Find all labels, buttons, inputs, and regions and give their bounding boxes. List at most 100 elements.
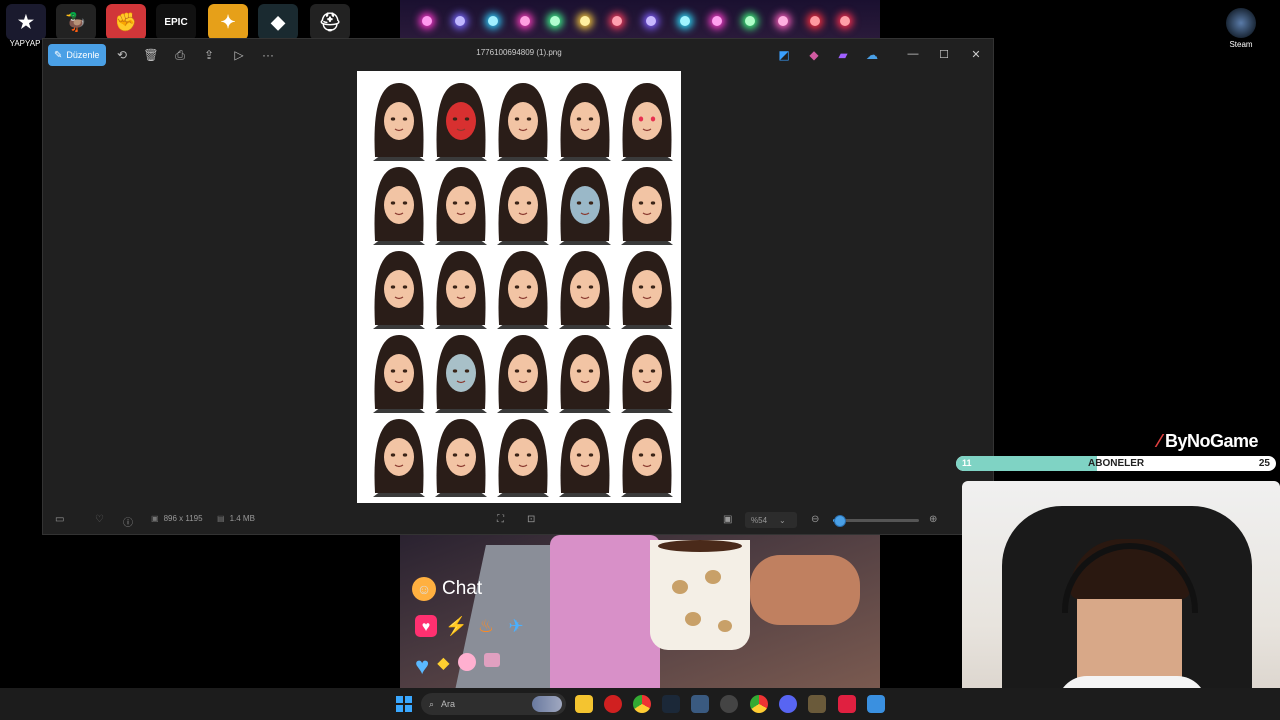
viewer-statusbar: ▭ ♡ ⓘ ▣ 896 x 1195 ▤ 1.4 MB ⛶ ⊡ ▣ %54 ⌄ … bbox=[43, 509, 993, 531]
hand-illustration bbox=[750, 555, 860, 625]
zoom-value: %54 bbox=[751, 515, 768, 525]
light-bulb bbox=[646, 16, 656, 26]
steam-taskbar-icon[interactable] bbox=[662, 695, 680, 713]
fit-window-button[interactable]: ⛶ bbox=[497, 514, 504, 525]
desktop-icon-riot[interactable]: ✊ bbox=[106, 4, 146, 40]
light-bulb bbox=[778, 16, 788, 26]
light-bulb bbox=[580, 16, 590, 26]
photos-taskbar-icon[interactable] bbox=[867, 695, 885, 713]
smile-emoji-icon: ☺ bbox=[412, 577, 436, 601]
designer-button[interactable]: ◩ bbox=[773, 45, 795, 65]
favorite-button[interactable]: ♡ bbox=[95, 514, 104, 525]
dimensions-icon: ▣ bbox=[151, 514, 159, 523]
light-bulb bbox=[455, 16, 465, 26]
maximize-button[interactable]: ☐ bbox=[931, 45, 957, 63]
app-taskbar-icon[interactable] bbox=[838, 695, 856, 713]
desktop-icon-yapyap[interactable]: ★ bbox=[6, 4, 46, 40]
chat-emoji-row-2: ♥ ◆ bbox=[415, 653, 500, 681]
camera-icon: ▣ bbox=[723, 514, 733, 525]
file-explorer-taskbar-icon[interactable] bbox=[575, 695, 593, 713]
minimize-icon: — bbox=[907, 48, 919, 60]
close-button[interactable]: ✕ bbox=[963, 45, 989, 63]
lightning-emoji-icon: ⚡ bbox=[445, 616, 468, 636]
emote-sticker bbox=[435, 167, 487, 245]
subscriber-label: ABONELER bbox=[1088, 458, 1145, 469]
emote-sticker bbox=[373, 167, 425, 245]
emote-sticker bbox=[559, 251, 611, 329]
subscriber-goal-fill bbox=[956, 456, 1097, 471]
diamond-emoji-icon: ◆ bbox=[437, 655, 450, 672]
screenshot-button[interactable]: ▣ bbox=[723, 514, 732, 525]
bird-emoji-icon: ✈ bbox=[508, 616, 524, 636]
small-sticker-icon bbox=[483, 653, 500, 667]
search-placeholder: Ara bbox=[441, 699, 456, 709]
epic-icon: EPIC bbox=[164, 16, 188, 28]
zoom-select[interactable]: %54 ⌄ bbox=[745, 512, 797, 528]
viewer-titlebar: ✎ Düzenle ⟲ 🗑 ⎙ ⇪ ▷ ··· 1776100694809 (1… bbox=[43, 39, 993, 71]
zoom-slider-thumb[interactable] bbox=[834, 515, 847, 527]
paint-button[interactable]: ◆ bbox=[803, 45, 825, 65]
emote-sticker bbox=[559, 419, 611, 497]
info-icon: ⓘ bbox=[123, 518, 133, 529]
emote-sticker bbox=[621, 335, 673, 413]
image-canvas[interactable] bbox=[357, 71, 681, 503]
file-size: ▤ 1.4 MB bbox=[217, 514, 255, 523]
emote-sticker bbox=[497, 167, 549, 245]
goose-icon: 🦆 bbox=[64, 11, 88, 32]
cs-icon: ✦ bbox=[220, 11, 236, 32]
filmstrip-toggle[interactable]: ▭ bbox=[55, 514, 64, 525]
chat-label: Chat bbox=[442, 578, 483, 599]
paint-icon: ◆ bbox=[809, 48, 819, 62]
desktop-icon-pubg[interactable]: ⛑ bbox=[310, 4, 350, 40]
brand-logo: ⁄ ByNoGame bbox=[1158, 431, 1259, 452]
settings-taskbar-icon[interactable] bbox=[720, 695, 738, 713]
onedrive-button[interactable]: ☁ bbox=[861, 45, 883, 65]
emote-sticker bbox=[497, 83, 549, 161]
light-bulb bbox=[680, 16, 690, 26]
subscriber-current: 11 bbox=[962, 458, 972, 468]
zoom-out-button[interactable]: ⊖ bbox=[811, 514, 819, 525]
actual-size-button[interactable]: ⊡ bbox=[527, 514, 535, 525]
stream-scene-background: ☺ Chat ♥ ⚡ ♨ ✈ ♥ ◆ bbox=[400, 535, 880, 688]
person-illustration bbox=[550, 535, 660, 688]
photos-viewer-window: ✎ Düzenle ⟲ 🗑 ⎙ ⇪ ▷ ··· 1776100694809 (1… bbox=[42, 38, 994, 535]
file-size-text: 1.4 MB bbox=[229, 514, 255, 523]
pink-face-emoji-icon bbox=[457, 653, 476, 671]
controller-taskbar-icon[interactable] bbox=[691, 695, 709, 713]
clipchamp-button[interactable]: ▰ bbox=[832, 45, 854, 65]
emote-sticker bbox=[559, 335, 611, 413]
start-button[interactable] bbox=[396, 696, 412, 712]
subscriber-goal-bar: 11 ABONELER 25 bbox=[956, 456, 1276, 471]
desktop-icon-cs[interactable]: ✦ bbox=[208, 4, 248, 40]
minimize-button[interactable]: — bbox=[900, 45, 926, 63]
emote-sticker bbox=[497, 251, 549, 329]
search-icon: ⌕ bbox=[429, 698, 435, 709]
discord-taskbar-icon[interactable] bbox=[779, 695, 797, 713]
desktop-icon-valorant[interactable]: ◆ bbox=[258, 4, 298, 40]
obs-taskbar-icon[interactable] bbox=[808, 695, 826, 713]
brand-name: ByNoGame bbox=[1165, 431, 1259, 451]
heart-icon: ♡ bbox=[95, 514, 104, 525]
desktop-icon-goose[interactable]: 🦆 bbox=[56, 4, 96, 40]
emote-sticker bbox=[621, 251, 673, 329]
file-info-button[interactable]: ⓘ bbox=[123, 514, 133, 529]
taskbar-search[interactable]: ⌕ Ara bbox=[421, 693, 566, 715]
light-bulb bbox=[520, 16, 530, 26]
clipchamp-icon: ▰ bbox=[838, 48, 848, 62]
chrome-taskbar-icon[interactable] bbox=[633, 695, 651, 713]
light-bulb bbox=[712, 16, 722, 26]
windows-taskbar: ⌕ Ara bbox=[0, 688, 1280, 720]
subscriber-goal: 25 bbox=[1258, 458, 1270, 469]
light-bulb bbox=[810, 16, 820, 26]
string-lights-backdrop bbox=[400, 0, 880, 38]
emote-sticker bbox=[373, 83, 425, 161]
chrome-profile-taskbar-icon[interactable] bbox=[750, 695, 768, 713]
zoom-in-button[interactable]: ⊕ bbox=[929, 514, 937, 525]
emote-sticker bbox=[559, 83, 611, 161]
desktop-icon-epic[interactable]: EPIC bbox=[156, 4, 196, 40]
steam-desktop-icon[interactable] bbox=[1226, 8, 1256, 38]
opera-taskbar-icon[interactable] bbox=[604, 695, 622, 713]
emote-sticker bbox=[373, 335, 425, 413]
emote-sticker bbox=[435, 251, 487, 329]
zoom-slider[interactable] bbox=[833, 515, 919, 527]
